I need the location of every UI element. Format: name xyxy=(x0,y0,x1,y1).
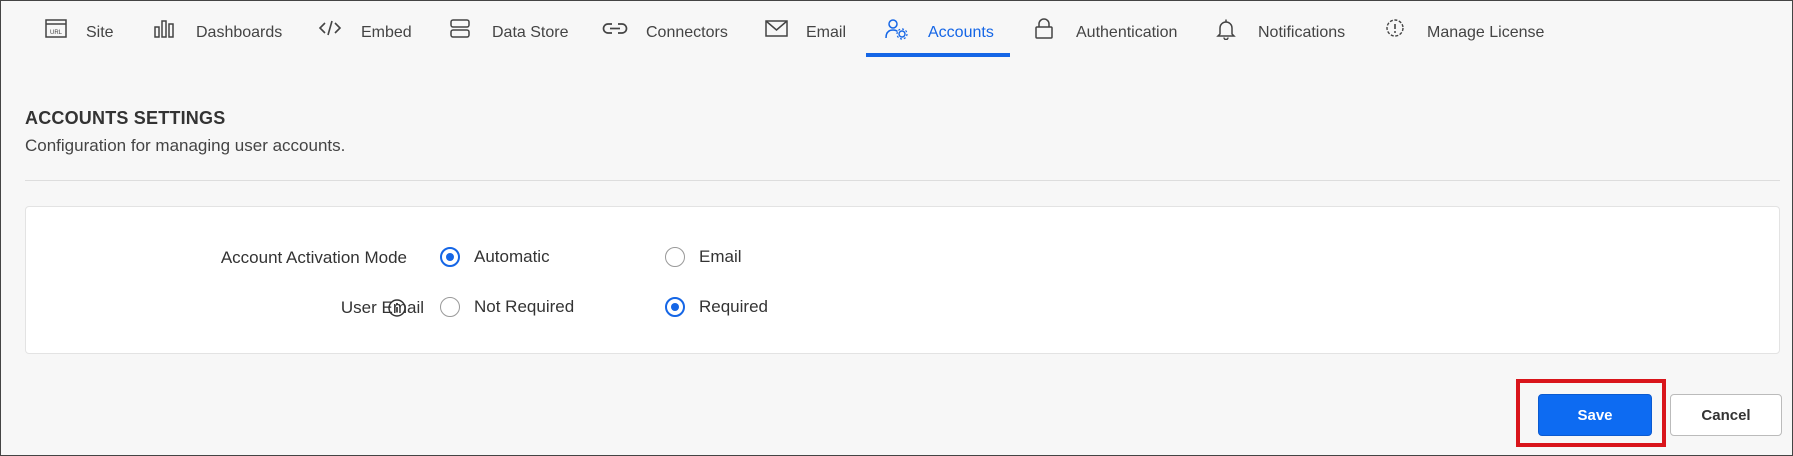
tab-manage-license[interactable]: Manage License xyxy=(1383,0,1553,58)
radio-label: Email xyxy=(699,247,742,266)
tab-label: Email xyxy=(806,24,847,41)
svg-text:URL: URL xyxy=(50,30,63,36)
tab-accounts[interactable]: Accounts xyxy=(884,0,1004,58)
user-email-label: User Email xyxy=(340,298,424,317)
link-icon xyxy=(602,18,628,40)
radio-label: Not Required xyxy=(474,297,575,316)
save-button[interactable]: Save xyxy=(1538,394,1652,436)
tab-label: Manage License xyxy=(1427,24,1545,41)
radio-label: Automatic xyxy=(474,247,550,266)
radio-circle xyxy=(440,297,460,317)
tab-data-store[interactable]: Data Store xyxy=(448,0,578,58)
active-tab-indicator xyxy=(866,53,1010,57)
tab-authentication[interactable]: Authentication xyxy=(1032,0,1182,58)
url-icon: URL xyxy=(44,18,70,40)
page-title: ACCOUNTS SETTINGS xyxy=(25,108,226,128)
radio-circle xyxy=(665,247,685,267)
radio-circle xyxy=(440,247,460,267)
page-subtitle: Configuration for managing user accounts… xyxy=(25,136,346,155)
envelope-icon xyxy=(764,18,790,40)
activation-mode-automatic-radio[interactable]: Automatic xyxy=(440,247,550,267)
tab-label: Dashboards xyxy=(196,24,283,41)
info-icon[interactable] xyxy=(387,298,407,318)
activation-mode-label: Account Activation Mode xyxy=(220,248,407,267)
tab-notifications[interactable]: Notifications xyxy=(1214,0,1364,58)
tab-email[interactable]: Email xyxy=(764,0,854,58)
radio-label: Required xyxy=(699,297,768,316)
activation-mode-email-radio[interactable]: Email xyxy=(665,247,742,267)
bell-icon xyxy=(1214,18,1240,41)
bar-chart-icon xyxy=(152,18,178,40)
tab-label: Embed xyxy=(361,24,412,41)
tab-dashboards[interactable]: Dashboards xyxy=(152,0,282,58)
tab-label: Notifications xyxy=(1258,24,1346,41)
cancel-button[interactable]: Cancel xyxy=(1670,394,1782,436)
tab-embed[interactable]: Embed xyxy=(317,0,417,58)
lock-icon xyxy=(1032,18,1058,40)
radio-circle xyxy=(665,297,685,317)
tab-site[interactable]: URL Site xyxy=(42,0,122,58)
tab-label: Authentication xyxy=(1076,24,1178,41)
database-icon xyxy=(448,18,474,40)
tab-label: Connectors xyxy=(646,24,728,41)
code-icon xyxy=(317,18,343,40)
settings-card: Account Activation Mode Automatic Email … xyxy=(25,206,1780,354)
user-gear-icon xyxy=(884,18,910,40)
user-email-required-radio[interactable]: Required xyxy=(665,297,768,317)
tab-label: Data Store xyxy=(492,24,569,41)
tab-connectors[interactable]: Connectors xyxy=(602,0,732,58)
user-email-not-required-radio[interactable]: Not Required xyxy=(440,297,574,317)
tab-label: Site xyxy=(86,24,114,41)
divider xyxy=(25,180,1780,181)
tab-label: Accounts xyxy=(928,24,994,41)
license-badge-icon xyxy=(1383,18,1409,40)
settings-tab-bar: URL Site Dashboards Embed Data Store Con… xyxy=(0,0,1793,58)
